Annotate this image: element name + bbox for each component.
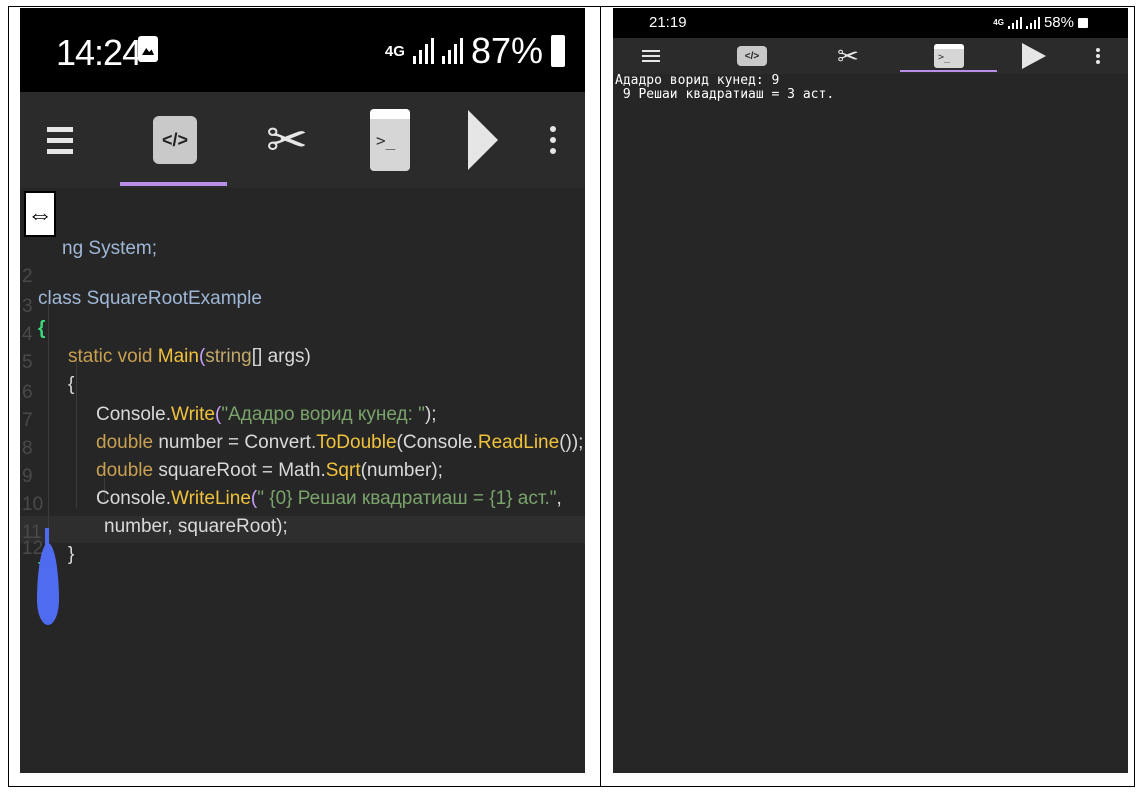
status-indicators: 4G 87% — [385, 30, 565, 72]
toolbar: </> ✂ >_ — [20, 92, 585, 188]
code-tab[interactable]: </> — [735, 38, 769, 74]
status-bar: 14:24 4G 87% — [20, 8, 585, 92]
signal-icon — [1007, 16, 1022, 29]
battery-percent: 58% — [1043, 14, 1074, 31]
indent-guide — [76, 358, 77, 508]
code-line-5: 5 { — [22, 352, 75, 395]
console-glyph: >_ — [938, 52, 951, 63]
console-glyph: >_ — [376, 131, 396, 150]
code-line-9: 9 Console.WriteLine(" {0} Решаи квадрати… — [22, 466, 562, 509]
signal-icon — [412, 38, 434, 64]
code-line-6: 6 Console.Write("Ададро ворид кунед: "); — [22, 382, 437, 425]
menu-icon — [47, 121, 73, 160]
toolbar: </> ✂ >_ — [613, 38, 1128, 74]
battery-icon — [551, 35, 565, 67]
network-type: 4G — [384, 42, 405, 60]
battery-percent: 87% — [470, 30, 543, 71]
network-type: 4G — [993, 17, 1004, 27]
selection-handle[interactable]: ⇔ — [24, 191, 56, 237]
status-time: 21:19 — [649, 14, 687, 31]
code-line-7: 7 double number = Convert.ToDouble(Conso… — [22, 410, 584, 453]
code-line-2: 2 class SquareRootExample — [22, 266, 262, 309]
console-icon: >_ — [934, 44, 964, 68]
left-phone-screenshot: 14:24 4G 87% </> ✂ >_ ng System; 2 class… — [20, 8, 585, 773]
table-divider — [600, 6, 601, 787]
image-notification-icon — [138, 36, 158, 62]
status-indicators: 4G 58% — [993, 14, 1088, 31]
active-tab-indicator — [900, 70, 997, 72]
tools-icon: ✂ — [837, 40, 859, 71]
more-options-button[interactable] — [538, 92, 568, 188]
code-line-4: 4 static void Main(string[] args) — [22, 324, 311, 367]
console-output[interactable]: Ададро ворид кунед: 9 9 Решаи квадратиаш… — [615, 74, 834, 102]
active-tab-indicator — [120, 182, 227, 186]
menu-button[interactable] — [40, 92, 80, 188]
play-icon — [468, 110, 498, 170]
cursor-drag-handle[interactable] — [37, 543, 59, 625]
more-options-button[interactable] — [1093, 38, 1103, 74]
tools-tab[interactable]: ✂ — [831, 38, 865, 74]
code-line-3: 3 { — [22, 296, 46, 339]
output-line: 9 Решаи квадратиаш = 3 аст. — [615, 87, 835, 102]
tools-icon: ✂ — [266, 112, 308, 168]
code-tab[interactable]: </> — [120, 92, 230, 188]
code-line-10: 10 number, squareRoot); — [22, 494, 288, 537]
more-vertical-icon — [1096, 46, 1100, 66]
code-line-8: 8 double squareRoot = Math.Sqrt(number); — [22, 438, 443, 481]
menu-icon — [642, 47, 660, 65]
output-line: Ададро ворид кунед: 9 — [615, 73, 780, 88]
menu-button[interactable] — [639, 38, 663, 74]
tools-tab[interactable]: ✂ — [252, 92, 322, 188]
battery-icon — [1078, 17, 1088, 28]
play-icon — [1022, 43, 1046, 69]
signal-icon-2 — [441, 38, 463, 64]
run-button[interactable] — [1019, 38, 1049, 74]
console-tab[interactable]: >_ — [931, 38, 967, 74]
console-tab[interactable]: >_ — [360, 92, 420, 188]
status-bar: 21:19 4G 58% — [613, 8, 1128, 38]
status-time: 14:24 — [56, 32, 142, 73]
console-icon: >_ — [370, 109, 410, 171]
code-icon: </> — [153, 116, 197, 164]
run-button[interactable] — [458, 92, 508, 188]
signal-icon-2 — [1025, 16, 1040, 29]
more-vertical-icon — [550, 121, 556, 159]
right-phone-screenshot: 21:19 4G 58% </> ✂ >_ Ададро ворид кунед… — [613, 8, 1128, 773]
code-editor[interactable]: ng System; 2 class SquareRootExample 3 {… — [20, 188, 585, 773]
resize-horizontal-icon: ⇔ — [27, 198, 53, 229]
code-icon: </> — [737, 46, 767, 66]
